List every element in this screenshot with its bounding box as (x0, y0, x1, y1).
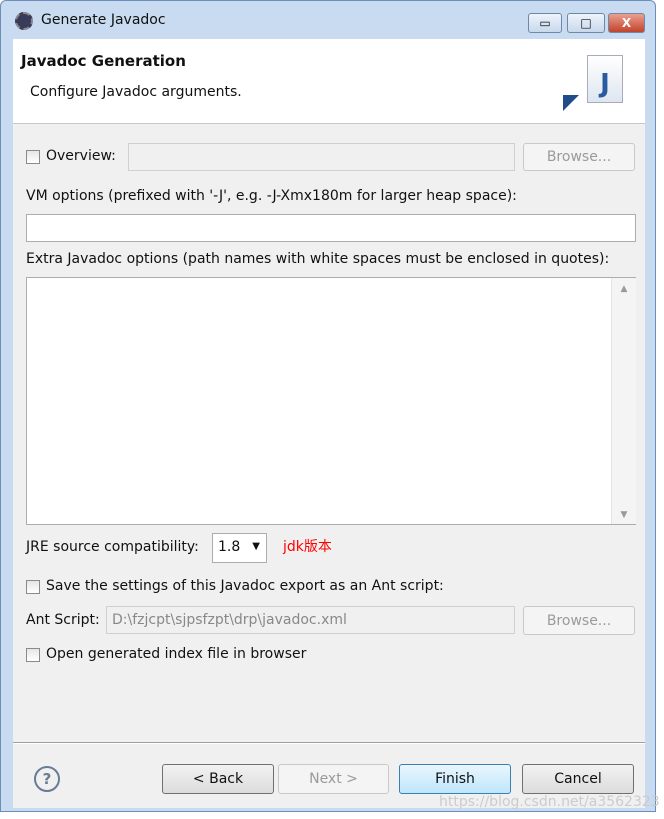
overview-checkbox[interactable] (26, 150, 40, 164)
watermark: https://blog.csdn.net/a3562323 (439, 794, 660, 810)
ant-script-label: Ant Script: (26, 612, 100, 628)
ant-browse-button[interactable]: Browse... (523, 606, 635, 635)
next-button[interactable]: Next > (278, 764, 389, 794)
finish-button[interactable]: Finish (399, 764, 511, 794)
vm-options-input[interactable] (26, 214, 636, 242)
wizard-arrow-icon (563, 95, 579, 111)
minimize-button[interactable]: ▭ (528, 13, 562, 33)
overview-browse-button[interactable]: Browse... (523, 143, 635, 171)
wizard-header: Javadoc Generation Configure Javadoc arg… (13, 39, 645, 123)
separator (13, 742, 645, 744)
scroll-up-icon[interactable]: ▲ (612, 284, 636, 294)
jre-select[interactable]: 1.8 ▼ (212, 533, 267, 563)
jre-label: JRE source compatibility: (26, 539, 199, 555)
title-bar[interactable]: Generate Javadoc ▭ □ X (1, 1, 657, 39)
page-description: Configure Javadoc arguments. (30, 84, 242, 100)
save-ant-label: Save the settings of this Javadoc export… (46, 578, 444, 594)
help-icon[interactable]: ? (34, 766, 60, 792)
scroll-down-icon[interactable]: ▼ (612, 510, 636, 520)
javadoc-icon: J (587, 55, 623, 103)
wizard-content: Overview: Browse... VM options (prefixed… (13, 123, 660, 810)
vm-options-label: VM options (prefixed with '-J', e.g. -J-… (26, 188, 517, 204)
extra-options-label: Extra Javadoc options (path names with w… (26, 251, 610, 267)
cancel-button[interactable]: Cancel (522, 764, 634, 794)
eclipse-icon (15, 12, 33, 30)
close-button[interactable]: X (608, 13, 645, 33)
extra-options-textarea[interactable] (26, 277, 636, 525)
open-index-checkbox[interactable] (26, 648, 40, 662)
back-button[interactable]: < Back (162, 764, 274, 794)
overview-input[interactable] (128, 143, 515, 171)
ant-script-input[interactable]: D:\fzjcpt\sjpsfzpt\drp\javadoc.xml (106, 606, 515, 634)
maximize-button[interactable]: □ (567, 13, 605, 33)
jre-value: 1.8 (218, 539, 241, 555)
scrollbar[interactable]: ▲ ▼ (611, 278, 636, 524)
page-title: Javadoc Generation (21, 52, 186, 70)
overview-label: Overview: (46, 148, 116, 164)
chevron-down-icon: ▼ (252, 541, 260, 552)
open-index-label: Open generated index file in browser (46, 646, 307, 662)
jdk-version-annotation: jdk版本 (283, 539, 332, 555)
window-title: Generate Javadoc (41, 12, 166, 28)
dialog-window: Generate Javadoc ▭ □ X Javadoc Generatio… (0, 0, 660, 812)
save-ant-checkbox[interactable] (26, 580, 40, 594)
